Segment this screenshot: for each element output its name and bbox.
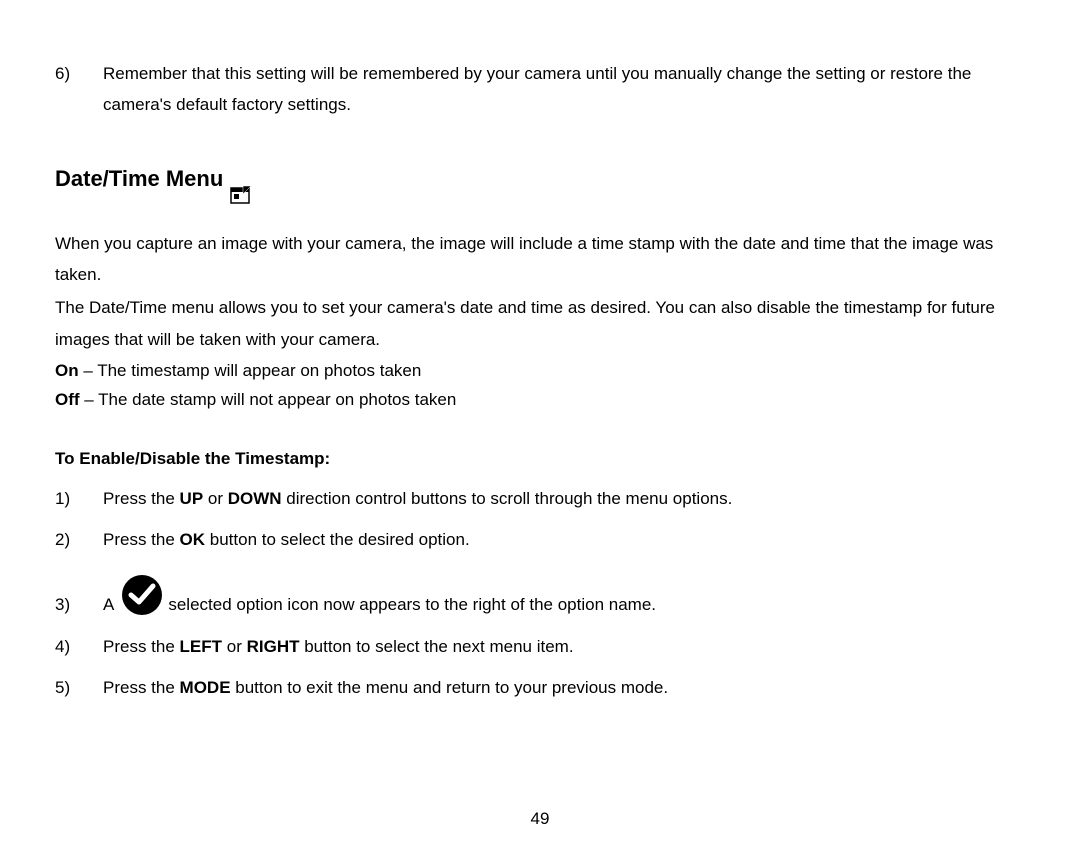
bold-left: LEFT <box>180 637 223 656</box>
text: button to select the next menu item. <box>300 637 574 656</box>
on-text: – The timestamp will appear on photos ta… <box>79 361 422 380</box>
text: direction control buttons to scroll thro… <box>282 489 733 508</box>
text: Press the <box>103 637 180 656</box>
bold-right: RIGHT <box>247 637 300 656</box>
off-label: Off <box>55 390 80 409</box>
steps-list: 1) Press the UP or DOWN direction contro… <box>55 483 1025 704</box>
bold-down: DOWN <box>228 489 282 508</box>
list-number: 6) <box>55 58 103 121</box>
prior-list-item-6: 6) Remember that this setting will be re… <box>55 58 1025 121</box>
list-number: 5) <box>55 672 103 703</box>
intro-paragraph-1: When you capture an image with your came… <box>55 228 1025 291</box>
bold-up: UP <box>180 489 204 508</box>
list-number: 2) <box>55 524 103 555</box>
list-number: 4) <box>55 631 103 662</box>
step-1: 1) Press the UP or DOWN direction contro… <box>55 483 1025 514</box>
step-4: 4) Press the LEFT or RIGHT button to sel… <box>55 631 1025 662</box>
step-2: 2) Press the OK button to select the des… <box>55 524 1025 555</box>
list-content: Remember that this setting will be remem… <box>103 58 1025 121</box>
calendar-icon <box>229 178 253 200</box>
text: selected option icon now appears to the … <box>168 589 656 620</box>
list-content: Press the UP or DOWN direction control b… <box>103 483 1025 514</box>
text: Press the <box>103 530 180 549</box>
on-label: On <box>55 361 79 380</box>
heading-text: Date/Time Menu <box>55 159 223 200</box>
page-number: 49 <box>0 803 1080 834</box>
list-content: A selected option icon now appears to th… <box>103 565 1025 620</box>
list-content: Press the LEFT or RIGHT button to select… <box>103 631 1025 662</box>
bold-ok: OK <box>180 530 206 549</box>
text: or <box>222 637 247 656</box>
checkmark-icon <box>120 573 164 617</box>
off-option-line: Off – The date stamp will not appear on … <box>55 386 1025 415</box>
step-5: 5) Press the MODE button to exit the men… <box>55 672 1025 703</box>
list-content: Press the OK button to select the desire… <box>103 524 1025 555</box>
intro-paragraph-2: The Date/Time menu allows you to set you… <box>55 292 1025 355</box>
text: A <box>103 589 114 620</box>
on-option-line: On – The timestamp will appear on photos… <box>55 357 1025 386</box>
section-heading: Date/Time Menu <box>55 159 1025 200</box>
off-text: – The date stamp will not appear on phot… <box>80 390 457 409</box>
text: or <box>203 489 228 508</box>
text: Press the <box>103 678 180 697</box>
bold-mode: MODE <box>180 678 231 697</box>
list-number: 1) <box>55 483 103 514</box>
list-content: Press the MODE button to exit the menu a… <box>103 672 1025 703</box>
text: Press the <box>103 489 180 508</box>
sub-heading: To Enable/Disable the Timestamp: <box>55 443 1025 474</box>
text: button to exit the menu and return to yo… <box>231 678 669 697</box>
text: button to select the desired option. <box>205 530 470 549</box>
list-number: 3) <box>55 565 103 620</box>
step-3: 3) A selected option icon now appears to… <box>55 565 1025 620</box>
